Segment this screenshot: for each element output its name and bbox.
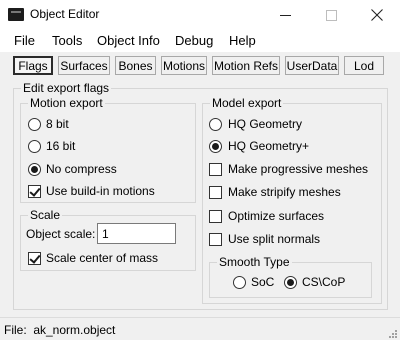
minimize-icon — [279, 14, 291, 16]
label-use-buildin-motions: Use build-in motions — [46, 184, 155, 198]
label-smooth-cscop: CS\CoP — [302, 275, 346, 289]
checkbox-scale-center-of-mass[interactable] — [28, 252, 41, 265]
label-16-bit: 16 bit — [46, 139, 76, 153]
label-scale-center-of-mass: Scale center of mass — [46, 251, 159, 265]
scale-label: Scale — [28, 208, 63, 222]
tab-motion-refs[interactable]: Motion Refs — [212, 56, 280, 75]
radio-smooth-cscop[interactable] — [284, 276, 297, 289]
maximize-button[interactable] — [308, 0, 354, 30]
radio-16-bit[interactable] — [28, 140, 41, 153]
label-no-compress: No compress — [46, 162, 117, 176]
checkbox-use-buildin-motions[interactable] — [28, 185, 41, 198]
tab-flags[interactable]: Flags — [13, 56, 53, 75]
menu-debug[interactable]: Debug — [175, 33, 213, 48]
radio-smooth-soc[interactable] — [233, 276, 246, 289]
tab-userdata[interactable]: UserData — [285, 56, 339, 75]
label-make-stripify-meshes: Make stripify meshes — [228, 185, 341, 199]
close-icon — [371, 9, 383, 21]
window-title: Object Editor — [30, 7, 100, 21]
title-bar[interactable]: Object Editor — [0, 0, 400, 30]
object-scale-input[interactable] — [97, 223, 176, 244]
radio-no-compress[interactable] — [28, 163, 41, 176]
checkbox-make-progressive-meshes[interactable] — [209, 163, 222, 176]
tab-bones[interactable]: Bones — [115, 56, 156, 75]
motion-export-label: Motion export — [28, 96, 105, 110]
app-icon — [8, 8, 24, 21]
resize-grip-icon[interactable] — [386, 327, 398, 339]
tab-surfaces[interactable]: Surfaces — [58, 56, 110, 75]
tab-lod[interactable]: Lod — [344, 56, 384, 75]
model-export-label: Model export — [210, 96, 284, 110]
minimize-button[interactable] — [262, 0, 308, 30]
label-hq-geometry-plus: HQ Geometry+ — [228, 139, 310, 153]
label-make-progressive-meshes: Make progressive meshes — [228, 162, 369, 176]
menu-bar: File Tools Object Info Debug Help — [0, 30, 400, 52]
label-optimize-surfaces: Optimize surfaces — [228, 209, 325, 223]
edit-export-flags-label: Edit export flags — [21, 81, 112, 95]
status-bar: File: ak_norm.object — [0, 317, 400, 340]
smooth-type-label: Smooth Type — [217, 255, 292, 269]
menu-tools[interactable]: Tools — [52, 33, 82, 48]
radio-8-bit[interactable] — [28, 118, 41, 131]
radio-hq-geometry[interactable] — [209, 118, 222, 131]
checkbox-make-stripify-meshes[interactable] — [209, 186, 222, 199]
label-smooth-soc: SoC — [251, 275, 275, 289]
checkbox-optimize-surfaces[interactable] — [209, 210, 222, 223]
checkbox-use-split-normals[interactable] — [209, 233, 222, 246]
menu-help[interactable]: Help — [229, 33, 256, 48]
radio-hq-geometry-plus[interactable] — [209, 140, 222, 153]
maximize-icon — [325, 9, 337, 21]
label-hq-geometry: HQ Geometry — [228, 117, 303, 131]
label-use-split-normals: Use split normals — [228, 232, 321, 246]
menu-object-info[interactable]: Object Info — [97, 33, 160, 48]
tab-motions[interactable]: Motions — [161, 56, 207, 75]
label-8-bit: 8 bit — [46, 117, 69, 131]
menu-file[interactable]: File — [14, 33, 35, 48]
close-button[interactable] — [354, 0, 400, 30]
object-scale-label: Object scale: — [26, 227, 96, 241]
status-text: File: ak_norm.object — [4, 323, 116, 337]
